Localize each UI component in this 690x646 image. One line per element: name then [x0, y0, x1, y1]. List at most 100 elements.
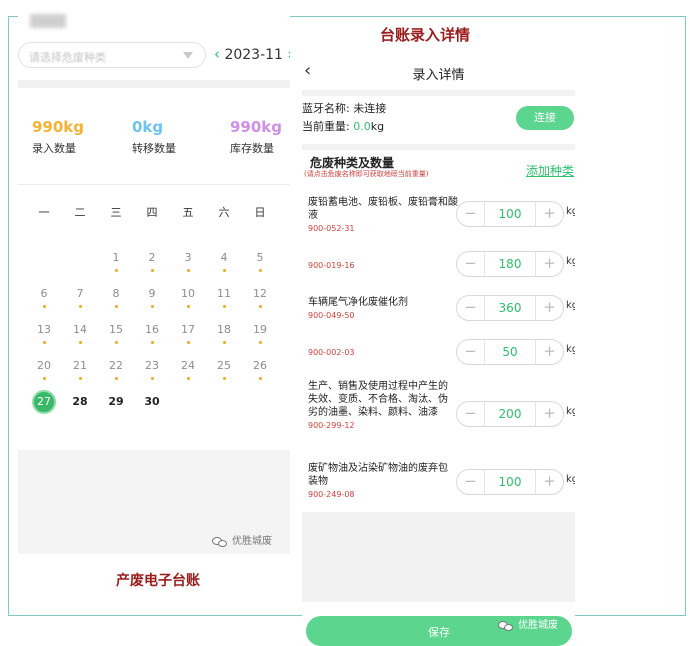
waste-item[interactable]: 废矿物油及沾染矿物油的废弃包装物 900-249-08 [308, 462, 454, 499]
plus-button[interactable]: + [535, 252, 563, 276]
weekday-label: 二 [74, 206, 86, 219]
category-select-placeholder: 请选择危废种类 [29, 51, 106, 64]
calendar-day[interactable]: 19 [242, 318, 278, 344]
waste-item[interactable]: 生产、销售及使用过程中产生的失效、变质、不合格、淘汰、伪劣的油墨、染料、颜料、油… [308, 380, 454, 430]
quantity-input[interactable]: 180 [485, 257, 535, 271]
minus-button[interactable]: − [457, 470, 485, 494]
waste-item[interactable]: 900-002-03 [308, 346, 458, 357]
quantity-input[interactable]: 100 [485, 475, 535, 489]
unit-label: kg [566, 206, 575, 217]
calendar-day[interactable]: 29 [98, 390, 134, 409]
connect-button[interactable]: 连接 [516, 106, 574, 130]
weekday-header: 一 二 三 四 五 六 日 [26, 204, 282, 220]
empty-area [302, 512, 575, 602]
waste-item[interactable]: 废铅蓄电池、废铅板、废铅膏和酸液 900-052-31 [308, 196, 458, 233]
weekday-label: 五 [182, 206, 194, 219]
unit-label: kg [566, 300, 575, 311]
calendar-day[interactable]: 16 [134, 318, 170, 344]
waste-item[interactable]: 车辆尾气净化废催化剂 900-049-50 [308, 296, 458, 320]
quantity-input[interactable]: 200 [485, 407, 535, 421]
calendar-day[interactable]: 23 [134, 354, 170, 380]
stat-label: 库存数量 [230, 142, 274, 155]
quantity-stepper: − 360 + [456, 295, 564, 321]
header-bar: ‹ 录入详情 [302, 54, 575, 90]
quantity-input[interactable]: 50 [485, 345, 535, 359]
calendar-day[interactable]: 20 [26, 354, 62, 380]
stats-row: 990kg 录入数量 0kg 转移数量 990kg 库存数量 [18, 118, 290, 158]
waste-name: 废矿物油及沾染矿物油的废弃包装物 [308, 463, 448, 487]
waste-code: 900-299-12 [308, 421, 355, 430]
weight-value: 0.0 [353, 120, 371, 133]
wechat-icon [498, 620, 514, 631]
calendar-day[interactable]: 5 [242, 246, 278, 272]
calendar-day[interactable]: 21 [62, 354, 98, 380]
right-caption: 台账录入详情 [380, 26, 471, 44]
minus-button[interactable]: − [457, 402, 485, 426]
plus-button[interactable]: + [535, 402, 563, 426]
waste-code: 900-249-08 [308, 490, 355, 499]
calendar-day[interactable]: 6 [26, 282, 62, 308]
calendar-day[interactable]: 28 [62, 390, 98, 409]
calendar-day[interactable]: 11 [206, 282, 242, 308]
calendar-day[interactable]: 15 [98, 318, 134, 344]
calendar-day[interactable]: 8 [98, 282, 134, 308]
calendar-day[interactable]: 4 [206, 246, 242, 272]
quantity-stepper: − 100 + [456, 201, 564, 227]
calendar-day[interactable]: 1 [98, 246, 134, 272]
weekday-label: 日 [254, 206, 266, 219]
chevron-right-icon[interactable]: › [287, 45, 290, 63]
stat-label: 录入数量 [32, 142, 76, 155]
blurred-user-name [30, 14, 66, 28]
left-caption: 产废电子台账 [116, 573, 200, 589]
calendar-day[interactable]: 7 [62, 282, 98, 308]
calendar-day[interactable]: 13 [26, 318, 62, 344]
stat-value: 990kg [32, 118, 85, 136]
calendar-day[interactable]: 10 [170, 282, 206, 308]
calendar-day[interactable]: 18 [206, 318, 242, 344]
calendar-day[interactable]: 3 [170, 246, 206, 272]
minus-button[interactable]: − [457, 252, 485, 276]
calendar-day[interactable]: 30 [134, 390, 170, 409]
calendar-day[interactable]: 26 [242, 354, 278, 380]
calendar-day[interactable]: 17 [170, 318, 206, 344]
unit-label: kg [566, 406, 575, 417]
minus-button[interactable]: − [457, 340, 485, 364]
month-label: 2023-11 [224, 47, 283, 63]
calendar-day[interactable]: 22 [98, 354, 134, 380]
chevron-left-icon[interactable]: ‹ [214, 45, 220, 63]
calendar-day[interactable]: 9 [134, 282, 170, 308]
calendar-day-today[interactable]: 27 [26, 390, 62, 414]
calendar-day[interactable]: 14 [62, 318, 98, 344]
calendar-grid: 1 2 3 4 5 6 7 8 9 10 11 12 13 14 15 16 1… [26, 246, 282, 416]
stat-value: 990kg [230, 118, 283, 136]
weight-readout: 当前重量: 0.0kg [302, 120, 385, 133]
quantity-input[interactable]: 100 [485, 207, 535, 221]
dropdown-caret-icon [183, 52, 193, 59]
minus-button[interactable]: − [457, 202, 485, 226]
weekday-label: 六 [218, 206, 230, 219]
category-select[interactable]: 请选择危废种类 [18, 42, 206, 68]
waste-name: 废铅蓄电池、废铅板、废铅膏和酸液 [308, 197, 458, 221]
waste-item[interactable]: 900-019-16 [308, 259, 458, 270]
unit-label: kg [566, 344, 575, 355]
add-type-link[interactable]: 添加种类 [526, 162, 574, 179]
calendar-day[interactable]: 2 [134, 246, 170, 272]
month-switcher: ‹ 2023-11 › [214, 45, 290, 63]
minus-button[interactable]: − [457, 296, 485, 320]
section-divider [18, 80, 290, 88]
quantity-stepper: − 200 + [456, 401, 564, 427]
plus-button[interactable]: + [535, 296, 563, 320]
plus-button[interactable]: + [535, 202, 563, 226]
stat-label: 转移数量 [132, 142, 176, 155]
waste-code: 900-019-16 [308, 261, 355, 270]
stat-inventory: 990kg 库存数量 [230, 118, 282, 156]
calendar-day[interactable]: 24 [170, 354, 206, 380]
plus-button[interactable]: + [535, 340, 563, 364]
calendar-day[interactable]: 25 [206, 354, 242, 380]
plus-button[interactable]: + [535, 470, 563, 494]
quantity-input[interactable]: 360 [485, 301, 535, 315]
bluetooth-info: 蓝牙名称: 未连接 当前重量: 0.0kg [302, 100, 386, 136]
quantity-stepper: − 180 + [456, 251, 564, 277]
calendar-day[interactable]: 12 [242, 282, 278, 308]
quantity-stepper: − 100 + [456, 469, 564, 495]
